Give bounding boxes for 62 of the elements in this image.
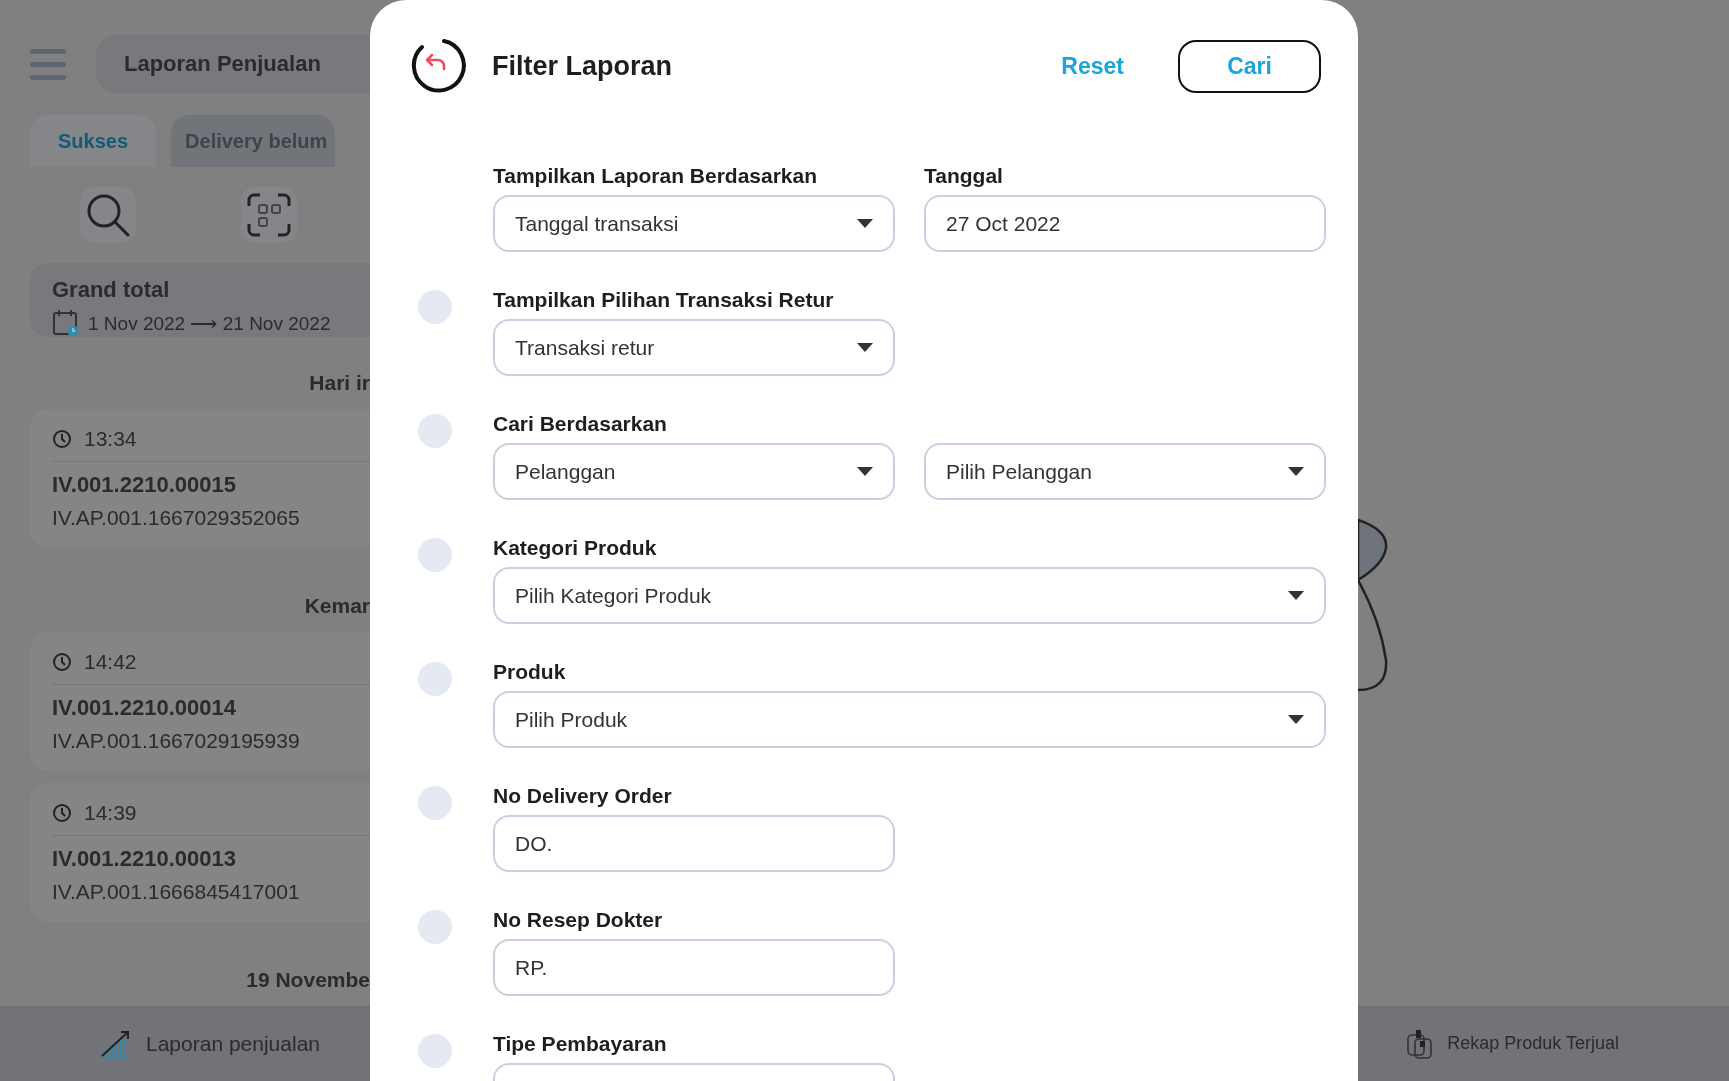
input-field[interactable]: DO.: [493, 815, 895, 872]
menu-icon[interactable]: [30, 47, 66, 81]
scan-frame-icon: [246, 192, 292, 238]
caret-icon: [1288, 715, 1304, 724]
toggle-circle[interactable]: [418, 910, 452, 944]
dropdown-field[interactable]: Pilih Pelanggan: [924, 443, 1326, 500]
field-label: Produk: [493, 660, 567, 685]
toggle-circle[interactable]: [418, 786, 452, 820]
caret-icon: [857, 219, 873, 228]
date-heading: 19 Novembe: [246, 968, 370, 992]
document-stack-icon: [1407, 1028, 1434, 1059]
input-field[interactable]: RP.: [493, 939, 895, 996]
date-heading: Hari ir: [309, 371, 370, 395]
invoice-number: IV.001.2210.00014: [52, 695, 237, 721]
invoice-number: IV.001.2210.00015: [52, 472, 237, 498]
reference-number: IV.AP.001.1667029352065: [52, 506, 301, 530]
calendar-icon: [52, 309, 80, 337]
field-label: Tampilkan Pilihan Transaksi Retur: [493, 288, 835, 313]
dropdown-field[interactable]: Transaksi retur: [493, 319, 895, 376]
back-button[interactable]: [410, 37, 468, 95]
clock-icon: [52, 803, 72, 823]
scan-button[interactable]: [241, 187, 297, 243]
search-button[interactable]: [80, 187, 136, 243]
page-title: Laporan Penjualan: [96, 35, 370, 93]
field-label: Cari Berdasarkan: [493, 412, 668, 437]
date-range: 1 Nov 2022 ⟶ 21 Nov 2022: [88, 311, 331, 335]
field-label: Tanggal: [924, 164, 1004, 189]
transaction-card[interactable]: 13:34 IV.001.2210.00015 IV.AP.001.1667029352065: [30, 409, 370, 548]
dropdown-field[interactable]: Tanggal transaksi: [493, 195, 895, 252]
field-label: Tipe Pembayaran: [493, 1032, 668, 1057]
transaction-time: 14:39: [84, 801, 137, 825]
search-icon: [85, 192, 131, 238]
clock-icon: [52, 652, 72, 672]
dropdown-field[interactable]: Pelanggan: [493, 443, 895, 500]
transaction-card[interactable]: 14:42 IV.001.2210.00014 IV.AP.001.1667029195939: [30, 632, 370, 771]
input-field[interactable]: 27 Oct 2022: [924, 195, 1326, 252]
dropdown-field[interactable]: Pilih Produk: [493, 691, 1326, 748]
toggle-circle[interactable]: [418, 414, 452, 448]
toggle-circle[interactable]: [418, 290, 452, 324]
dropdown-field[interactable]: Pilih Kategori Produk: [493, 567, 1326, 624]
caret-icon: [857, 343, 873, 352]
caret-icon: [1288, 467, 1304, 476]
clock-icon: [52, 429, 72, 449]
grand-total-title: Grand total: [52, 277, 171, 303]
date-heading: Kemar: [304, 594, 370, 618]
dialog-title: Filter Laporan: [492, 50, 674, 82]
transaction-time: 13:34: [84, 427, 137, 451]
transaction-card[interactable]: 14:39 IV.001.2210.00013 IV.AP.001.1666845417001: [30, 783, 370, 922]
back-arrow-icon: [410, 37, 468, 95]
field-label: Tampilkan Laporan Berdasarkan: [493, 164, 819, 189]
invoice-number: IV.001.2210.00013: [52, 846, 237, 872]
toggle-circle[interactable]: [418, 1034, 452, 1068]
caret-icon: [857, 467, 873, 476]
transaction-time: 14:42: [84, 650, 137, 674]
toggle-circle[interactable]: [418, 538, 452, 572]
field-label: Kategori Produk: [493, 536, 658, 561]
field-label: No Delivery Order: [493, 784, 673, 809]
field-label: No Resep Dokter: [493, 908, 664, 933]
caret-icon: [1288, 591, 1304, 600]
reference-number: IV.AP.001.1667029195939: [52, 729, 301, 753]
reference-number: IV.AP.001.1666845417001: [52, 880, 301, 904]
toggle-circle[interactable]: [418, 662, 452, 696]
